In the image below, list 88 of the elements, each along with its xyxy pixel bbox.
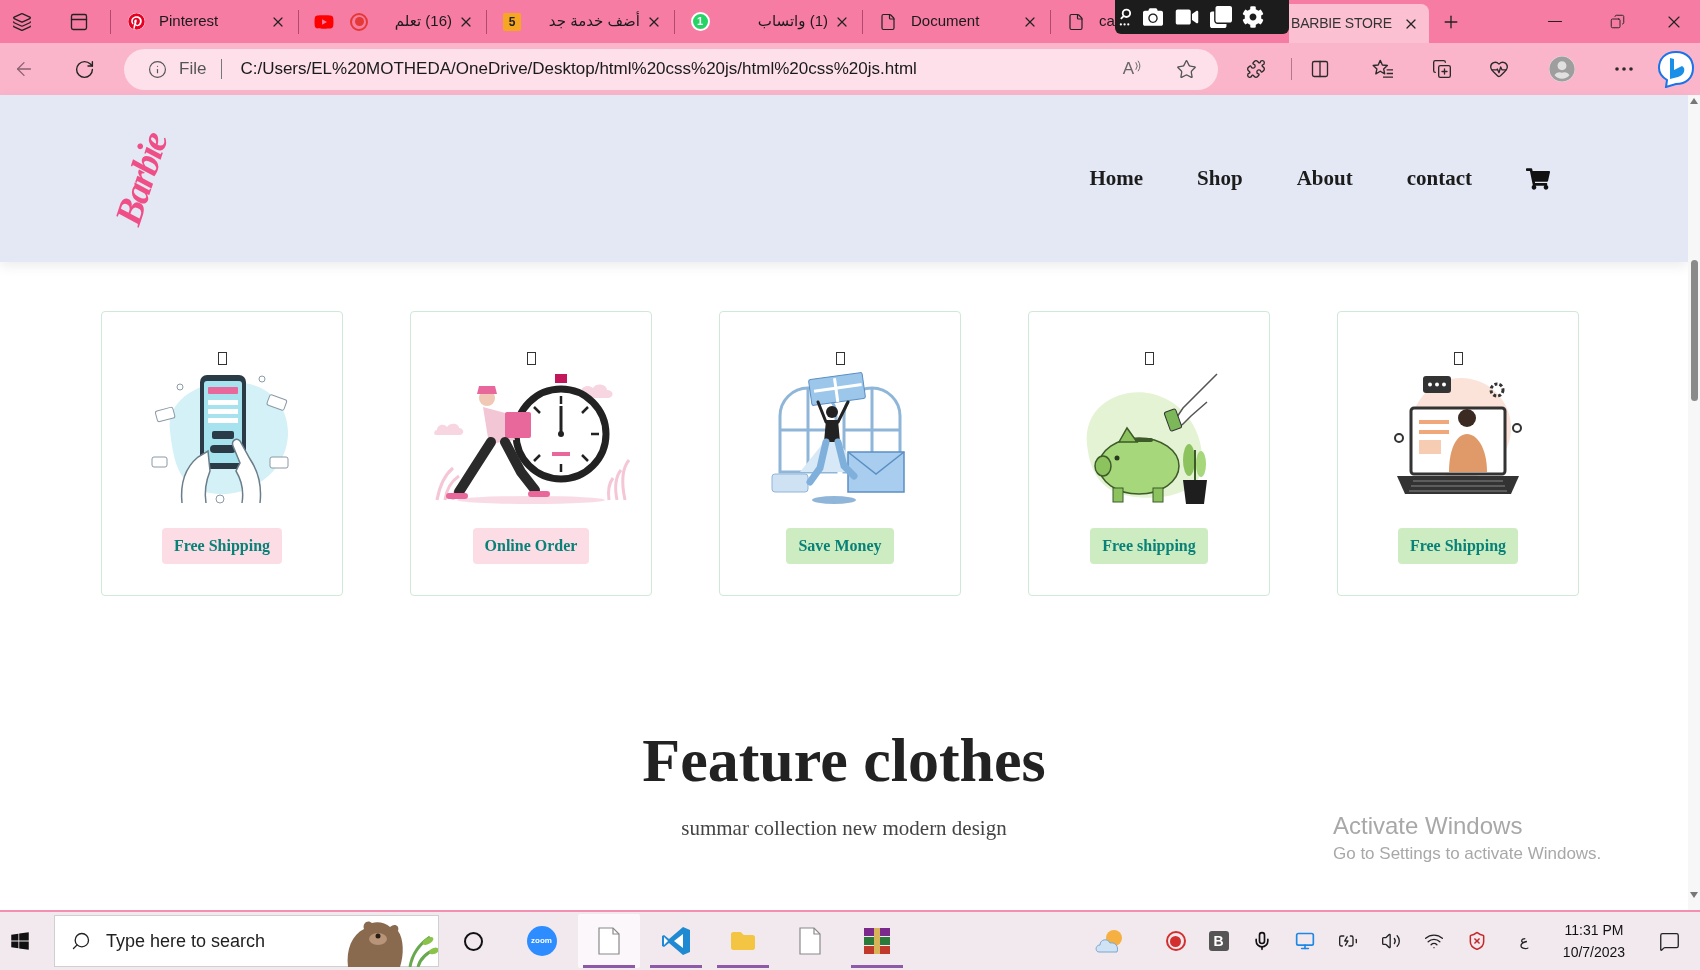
favorites-list-icon	[1372, 59, 1394, 79]
sun-and-cloud-icon	[1095, 928, 1125, 954]
settings-icon[interactable]	[1242, 6, 1264, 28]
app-logo: zoom	[526, 926, 557, 956]
nav-link[interactable]: Home	[1089, 162, 1144, 195]
stacked-books-icon	[861, 926, 892, 956]
tab-title: Document	[911, 11, 981, 32]
browser-tab[interactable]: (16) تعلم	[299, 0, 486, 43]
sound-waves-icon	[1135, 60, 1142, 72]
tab-title: أضف خدمة جد	[547, 10, 640, 32]
monitor-icon	[1294, 931, 1315, 951]
address-url: C:/Users/EL%20MOTHEDA/OneDrive/Desktop/html%20css%20js/html%20css%20js.html	[240, 58, 917, 81]
code-editor-icon	[660, 926, 691, 956]
missing-glyph-icon	[1453, 352, 1463, 365]
search-box[interactable]: Type here to search	[54, 915, 439, 967]
restore-icon	[1609, 14, 1625, 29]
tab-actions-icon	[69, 11, 89, 32]
scrollbar[interactable]	[1688, 95, 1700, 910]
address-bar[interactable]: File C:/Users/EL%20MOTHEDA/OneDrive/Desktop/html%20css%20js/html%20css%20js.html A	[124, 48, 1218, 90]
split-screen-icon	[1310, 59, 1330, 79]
address-scheme: File	[179, 58, 207, 81]
chat-logo-icon	[1658, 50, 1694, 88]
feature-badge: Free Shipping	[1397, 528, 1519, 564]
document-icon	[1067, 12, 1085, 31]
scroll-up-icon[interactable]	[1690, 98, 1698, 104]
input-language-button[interactable]: ع	[1498, 921, 1550, 961]
tray-app-button[interactable]: B	[1197, 921, 1240, 961]
chat-badge: 1	[690, 12, 710, 31]
activation-text: Go to Settings to activate Windows.	[1333, 843, 1602, 865]
search-field[interactable]: Type here to search	[106, 926, 306, 956]
record-icon	[1165, 931, 1186, 951]
refresh-icon	[73, 58, 95, 80]
video-camera-icon[interactable]	[1174, 7, 1200, 27]
section-subtitle: summar collection new modern design	[681, 815, 1007, 842]
section-title: Feature clothes	[642, 725, 1046, 796]
star-icon	[1175, 58, 1197, 80]
tab-title: Pinterest	[159, 11, 220, 32]
tab-title: (1) واتساب	[756, 11, 828, 32]
cart-icon[interactable]	[1526, 167, 1550, 190]
scroll-down-icon[interactable]	[1690, 892, 1698, 898]
taskbar-app-button[interactable]	[577, 914, 640, 968]
speaker-icon	[1380, 931, 1401, 951]
blank-page-icon	[597, 927, 620, 955]
notification-icon	[1658, 930, 1680, 952]
nav-link[interactable]: Shop	[1197, 162, 1243, 195]
tab-title: ca	[1099, 11, 1115, 32]
browser-tab[interactable]: Pinterest	[111, 0, 298, 43]
activation-title: Activate Windows	[1333, 811, 1524, 841]
info-icon	[148, 59, 167, 79]
blank-page-icon	[798, 927, 821, 955]
workspaces-icon	[12, 11, 32, 32]
feature-badge: Online Order	[472, 528, 590, 564]
stacked-windows-icon[interactable]	[1210, 6, 1232, 28]
missing-glyph-icon	[835, 352, 845, 365]
windows-logo-icon	[10, 931, 30, 951]
feature-badge: Free shipping	[1090, 528, 1208, 564]
avatar-icon	[1549, 56, 1575, 82]
scrollbar-thumb[interactable]	[1690, 260, 1698, 401]
number-badge: 5	[503, 12, 521, 31]
copilot-button[interactable]	[1658, 50, 1694, 88]
folder-icon	[728, 929, 757, 953]
feature-badge: Save Money	[786, 528, 894, 564]
pin-logo-icon	[127, 13, 145, 30]
tab-title: (16) تعلم	[393, 11, 452, 32]
tab-title: BARBIE STORE	[1291, 14, 1393, 33]
minimize-icon	[1548, 20, 1562, 23]
browser-tab[interactable]: BARBIE STORE	[1289, 4, 1429, 43]
record-icon	[350, 12, 368, 31]
heart-pulse-icon	[1489, 59, 1509, 79]
missing-glyph-icon	[526, 352, 536, 365]
more-icon	[1615, 67, 1633, 71]
app-letter-tile: B	[1208, 931, 1229, 951]
loupe-with-dots-icon[interactable]	[1119, 7, 1132, 27]
collections-icon	[1432, 59, 1452, 79]
search-icon	[71, 931, 91, 951]
document-icon	[879, 12, 897, 31]
feature-badge: Free Shipping	[161, 528, 283, 564]
browser-tab[interactable]: ca	[1051, 0, 1115, 43]
missing-glyph-icon	[217, 352, 227, 365]
read-aloud-button[interactable]: A	[1114, 54, 1150, 84]
nav-link[interactable]: contact	[1406, 162, 1472, 195]
puzzle-icon	[1246, 59, 1266, 79]
missing-glyph-icon	[1144, 352, 1154, 365]
browser-tab[interactable]: Document	[863, 0, 1050, 43]
ring-icon	[464, 931, 483, 951]
camera-icon[interactable]	[1142, 7, 1164, 27]
clock-button[interactable]: 11:31 PM 10/7/2023	[1550, 917, 1638, 965]
nav-link[interactable]: About	[1296, 162, 1353, 195]
